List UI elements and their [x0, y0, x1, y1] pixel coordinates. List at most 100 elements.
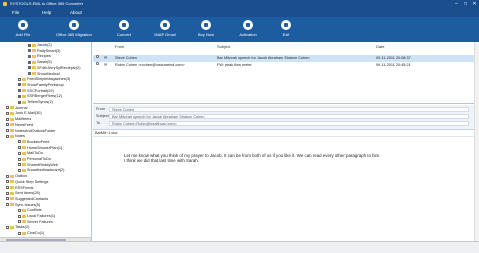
- checkbox[interactable]: [6, 106, 9, 110]
- maximize-button[interactable]: □: [461, 0, 470, 8]
- tree-item[interactable]: HomeShowerPlan(1): [18, 146, 62, 151]
- checkbox[interactable]: [18, 151, 21, 155]
- folder-icon: [32, 72, 36, 75]
- tree-item[interactable]: Tasks(2): [6, 225, 29, 230]
- exit-button[interactable]: Exit: [276, 19, 296, 40]
- checkbox[interactable]: [18, 100, 21, 104]
- add-file-button[interactable]: Add File: [10, 19, 36, 40]
- tree-item[interactable]: Conflicts: [18, 208, 42, 213]
- menu-about[interactable]: About: [70, 8, 82, 17]
- checkbox[interactable]: [6, 129, 9, 132]
- col-from[interactable]: From: [115, 44, 124, 50]
- tree-item[interactable]: MailToDo: [18, 151, 43, 156]
- imap-gmail-button[interactable]: IMAP Gmail: [150, 19, 180, 40]
- checkbox[interactable]: [18, 94, 21, 98]
- tree-item[interactable]: Outbox: [6, 174, 27, 179]
- tree-item[interactable]: SSRBergerFilets(12): [18, 94, 62, 99]
- minimize-button[interactable]: –: [452, 0, 461, 8]
- folder-icon: [32, 49, 36, 53]
- tree-item[interactable]: FeedSimpleMagazines(3): [18, 77, 70, 82]
- tree-item[interactable]: RSSFeeds: [6, 186, 33, 191]
- tree-item[interactable]: TellemSyncs(2): [18, 100, 53, 105]
- checkbox[interactable]: [18, 231, 21, 235]
- menu-file[interactable]: File: [12, 8, 19, 17]
- checkbox[interactable]: [18, 157, 21, 161]
- checkbox[interactable]: [6, 191, 9, 195]
- checkbox[interactable]: [28, 43, 31, 47]
- checkbox[interactable]: [6, 203, 9, 207]
- app-logo-icon: [3, 2, 7, 6]
- tree-item[interactable]: Sarah(5): [28, 60, 52, 65]
- tree-item-label: CineCo(1): [27, 231, 45, 236]
- tree-item-label: Quick Step Settings: [15, 179, 49, 184]
- tree-item[interactable]: Jacob(2): [28, 43, 52, 48]
- tree-item[interactable]: SharedReadyWeb: [18, 163, 58, 168]
- folder-tree[interactable]: Jacob(2) PattySmart(3) Recipes Sarah(5) SF4t…: [0, 42, 92, 241]
- tree-item[interactable]: Server Failures: [18, 220, 53, 225]
- checkbox[interactable]: [18, 140, 21, 144]
- checkbox[interactable]: [28, 72, 31, 75]
- tree-item[interactable]: SSCPortrait(29): [18, 89, 54, 94]
- close-button[interactable]: ✕: [470, 0, 479, 8]
- vertical-scrollbar[interactable]: [474, 42, 479, 241]
- checkbox[interactable]: [18, 83, 21, 87]
- attachment-bar: BarMit~1.doc: [93, 130, 479, 137]
- checkbox[interactable]: [18, 89, 21, 93]
- checkbox[interactable]: [6, 117, 9, 121]
- tree-item[interactable]: Sync Issues(5): [6, 203, 40, 208]
- checkbox[interactable]: [18, 77, 21, 81]
- checkbox[interactable]: [18, 214, 21, 218]
- checkbox[interactable]: [6, 123, 9, 127]
- col-subject[interactable]: Subject: [217, 44, 230, 50]
- attachment-icon: [96, 55, 99, 58]
- menu-bar: File Help About: [0, 8, 479, 17]
- tree-item[interactable]: Quick Step Settings: [6, 180, 48, 185]
- table-row[interactable]: ✉ Robin Cohen <rcohen@lostcareind.com> F…: [93, 62, 479, 69]
- checkbox[interactable]: [28, 60, 31, 64]
- menu-help[interactable]: Help: [42, 8, 51, 17]
- checkbox[interactable]: [28, 49, 31, 53]
- tree-item[interactable]: Notes: [6, 134, 25, 139]
- convert-button[interactable]: Convert: [112, 19, 136, 40]
- tree-item[interactable]: Recipes: [28, 54, 51, 59]
- office365-icon: [69, 20, 79, 30]
- tree-item[interactable]: PersonalToDo: [18, 157, 51, 162]
- tree-item[interactable]: SuggestedContacts: [6, 197, 48, 202]
- tree-item[interactable]: PattySmart(3): [28, 49, 60, 54]
- tree-item[interactable]: CineCo(1): [18, 231, 44, 236]
- table-row[interactable]: ✉ Steve Cohen Bar Mitzvah speech for Jac…: [93, 55, 479, 62]
- office365-migration-button[interactable]: Office 365 Migration: [52, 19, 96, 40]
- tree-item[interactable]: Journal: [6, 106, 27, 111]
- checkbox[interactable]: [6, 197, 9, 201]
- checkbox[interactable]: [6, 225, 9, 229]
- tree-item[interactable]: Sent Items(28): [6, 191, 40, 196]
- tree-item[interactable]: BookstoFeed: [18, 140, 49, 145]
- folder-icon: [10, 180, 14, 184]
- checkbox[interactable]: [6, 134, 9, 138]
- tree-item[interactable]: ShowFamilyPrintshop: [18, 83, 64, 88]
- checkbox[interactable]: [18, 146, 21, 150]
- tree-item[interactable]: MailItems: [6, 117, 31, 122]
- tree-item[interactable]: Junk E-Mail(30): [6, 111, 42, 116]
- checkbox[interactable]: [18, 220, 21, 224]
- checkbox[interactable]: [6, 186, 9, 189]
- attachment-file[interactable]: BarMit~1.doc: [95, 131, 117, 136]
- tree-item[interactable]: ShowMedical: [28, 72, 60, 77]
- checkbox[interactable]: [6, 111, 9, 115]
- buy-now-button[interactable]: Buy Now: [194, 19, 218, 40]
- activation-button[interactable]: Activation: [234, 19, 262, 40]
- checkbox[interactable]: [6, 180, 9, 184]
- checkbox[interactable]: [18, 208, 21, 212]
- tree-item[interactable]: Snowfeedinadurant(2): [18, 168, 64, 173]
- tree-item[interactable]: Local Failures(1): [18, 214, 55, 219]
- checkbox[interactable]: [6, 174, 9, 178]
- checkbox[interactable]: [28, 66, 31, 70]
- checkbox[interactable]: [28, 54, 31, 58]
- tree-item[interactable]: NewsFeed: [6, 123, 33, 128]
- checkbox[interactable]: [18, 163, 21, 167]
- tree-item[interactable]: NotesAndOutlookFolder: [6, 129, 56, 134]
- col-date[interactable]: Date: [376, 44, 384, 50]
- checkbox[interactable]: [18, 168, 21, 172]
- tree-item[interactable]: SF4thJerrySyfRecieptz(2): [28, 66, 80, 71]
- tree-item-label: HomeShowerPlan(1): [27, 145, 63, 150]
